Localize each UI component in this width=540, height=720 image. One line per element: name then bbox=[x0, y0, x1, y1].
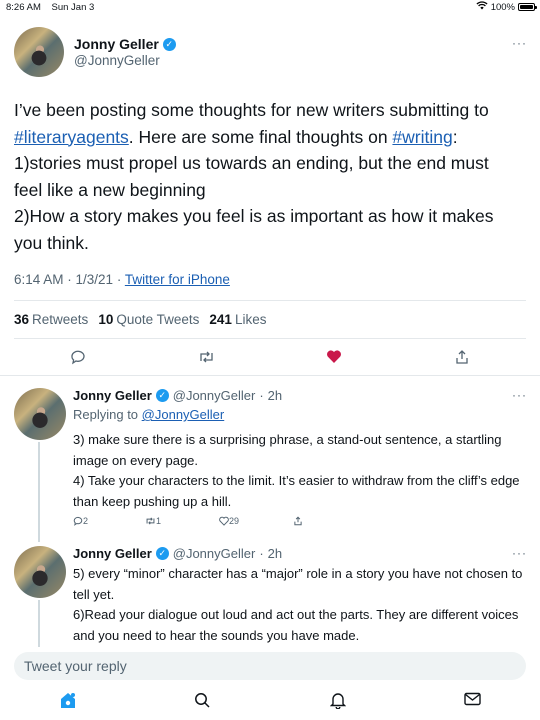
thread-line bbox=[38, 442, 40, 542]
replying-to-handle[interactable]: @JonnyGeller bbox=[142, 407, 225, 422]
replying-to-label: Replying to bbox=[73, 407, 142, 422]
home-icon[interactable] bbox=[60, 692, 76, 714]
tweet-time[interactable]: 6:14 AM bbox=[14, 272, 64, 287]
tweet-action-bar bbox=[0, 349, 540, 367]
more-options-icon[interactable]: ··· bbox=[512, 388, 527, 402]
reply-icon[interactable] bbox=[70, 349, 86, 369]
tweet-line: 1)stories must propel us towards an endi… bbox=[14, 153, 489, 200]
author-handle[interactable]: @JonnyGeller bbox=[173, 546, 256, 561]
quotes-stat[interactable]: 10 Quote Tweets bbox=[98, 312, 199, 327]
reply-text: 3) make sure there is a surprising phras… bbox=[73, 430, 528, 512]
status-date: Sun Jan 3 bbox=[51, 1, 95, 13]
hashtag-link[interactable]: #literaryagents bbox=[14, 127, 129, 147]
notifications-icon[interactable] bbox=[329, 692, 347, 714]
likes-label: Likes bbox=[234, 312, 267, 327]
more-options-icon[interactable]: ··· bbox=[512, 546, 527, 560]
reply-line: 3) make sure there is a surprising phras… bbox=[73, 432, 502, 468]
thread-line bbox=[38, 600, 40, 647]
status-time: 8:26 AM bbox=[6, 1, 41, 13]
tweet-meta: 6:14 AM · 1/3/21 · Twitter for iPhone bbox=[14, 272, 230, 287]
tweet-age: 2h bbox=[267, 546, 283, 561]
verified-badge-icon: ✓ bbox=[162, 37, 176, 51]
likes-count: 241 bbox=[209, 312, 232, 327]
retweet-count: 1 bbox=[156, 516, 162, 526]
share-icon[interactable] bbox=[293, 516, 303, 528]
retweet-button[interactable]: 1 bbox=[145, 516, 161, 528]
verified-badge-icon: ✓ bbox=[155, 389, 169, 402]
reply-line: 5) every “minor” character has a “major”… bbox=[73, 566, 523, 602]
quotes-label: Quote Tweets bbox=[116, 312, 200, 327]
likes-stat[interactable]: 241 Likes bbox=[209, 312, 266, 327]
tweet-source-link[interactable]: Twitter for iPhone bbox=[125, 272, 230, 287]
messages-icon[interactable] bbox=[464, 692, 481, 711]
divider bbox=[14, 300, 526, 301]
reply-input[interactable]: Tweet your reply bbox=[14, 652, 526, 680]
battery-percent: 100% bbox=[490, 1, 515, 13]
author-name-row[interactable]: Jonny Geller ✓ bbox=[74, 36, 176, 52]
battery-icon bbox=[518, 3, 537, 11]
more-options-icon[interactable]: ··· bbox=[512, 36, 527, 50]
retweets-label: Retweets bbox=[32, 312, 89, 327]
retweets-count: 36 bbox=[14, 312, 30, 327]
reply-text: 5) every “minor” character has a “major”… bbox=[73, 564, 528, 646]
avatar[interactable] bbox=[14, 388, 66, 440]
author-handle[interactable]: @JonnyGeller bbox=[74, 53, 160, 68]
avatar[interactable] bbox=[14, 546, 66, 598]
tweet-line: 2)How a story makes you feel is as impor… bbox=[14, 206, 494, 253]
tweet-text-part: . Here are some final thoughts on bbox=[128, 126, 393, 147]
author-name[interactable]: Jonny Geller bbox=[74, 36, 159, 52]
divider bbox=[14, 338, 526, 339]
reply-tweet[interactable]: Jonny Geller ✓ @JonnyGeller · 2h ··· 5) ev… bbox=[0, 546, 540, 647]
reply-tweet[interactable]: Jonny Geller ✓ @JonnyGeller · 2h ··· Reply… bbox=[0, 388, 540, 538]
author-handle[interactable]: @JonnyGeller bbox=[173, 388, 256, 403]
tab-bar bbox=[0, 692, 540, 712]
reply-button[interactable]: 2 bbox=[73, 516, 88, 528]
tweet-text: I’ve been posting some thoughts for new … bbox=[14, 97, 514, 256]
like-count: 29 bbox=[229, 516, 240, 526]
quotes-count: 10 bbox=[98, 312, 114, 327]
reply-header: Jonny Geller ✓ @JonnyGeller · 2h bbox=[73, 388, 283, 403]
replying-to: Replying to @JonnyGeller bbox=[73, 407, 224, 422]
share-icon[interactable] bbox=[454, 349, 470, 369]
author-name[interactable]: Jonny Geller bbox=[73, 546, 152, 561]
reply-header: Jonny Geller ✓ @JonnyGeller · 2h bbox=[73, 546, 283, 561]
verified-badge-icon: ✓ bbox=[155, 547, 169, 560]
tweet-text-part: I’ve been posting some thoughts for new … bbox=[14, 100, 489, 120]
status-bar: 8:26 AM Sun Jan 3 100% bbox=[0, 0, 540, 14]
tweet-age: 2h bbox=[267, 388, 283, 403]
author-name[interactable]: Jonny Geller bbox=[73, 388, 152, 403]
search-icon[interactable] bbox=[194, 692, 210, 713]
reply-count: 2 bbox=[83, 516, 89, 526]
tweet-date[interactable]: 1/3/21 bbox=[76, 272, 114, 287]
tweet-stats: 36 Retweets 10 Quote Tweets 241 Likes bbox=[14, 312, 266, 327]
avatar[interactable] bbox=[14, 27, 64, 77]
bottom-bar: Tweet your reply bbox=[0, 647, 540, 720]
retweet-icon[interactable] bbox=[198, 349, 215, 369]
reply-line: 6)Read your dialogue out loud and act ou… bbox=[73, 607, 519, 643]
main-tweet-header: Jonny Geller ✓ @JonnyGeller bbox=[14, 27, 526, 79]
retweets-stat[interactable]: 36 Retweets bbox=[14, 312, 88, 327]
wifi-icon bbox=[476, 1, 488, 13]
like-icon[interactable] bbox=[326, 349, 342, 368]
divider bbox=[0, 375, 540, 376]
like-button[interactable]: 29 bbox=[219, 516, 239, 528]
reply-action-bar: 2 1 29 bbox=[73, 516, 373, 530]
tweet-text-part: : bbox=[452, 126, 458, 147]
hashtag-link[interactable]: #writing bbox=[392, 127, 452, 147]
reply-line: 4) Take your characters to the limit. It… bbox=[73, 473, 520, 509]
